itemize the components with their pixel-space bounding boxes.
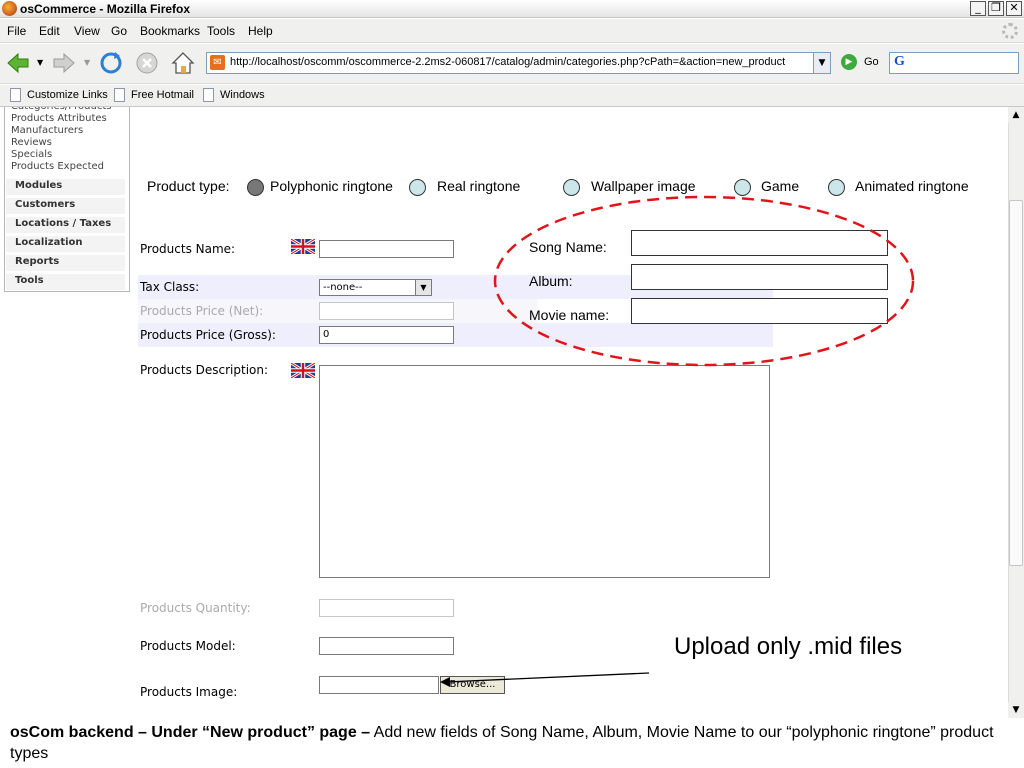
uk-flag-icon <box>291 363 315 378</box>
go-icon[interactable]: ▶ <box>841 54 857 70</box>
url-history-dropdown-icon[interactable]: ▼ <box>813 53 830 73</box>
restore-button[interactable]: ❐ <box>988 1 1004 16</box>
menu-file[interactable]: File <box>7 24 26 38</box>
firefox-logo-icon <box>2 1 17 16</box>
throbber-icon <box>1002 23 1018 39</box>
bookmark-customize-links[interactable]: Customize Links <box>27 89 108 101</box>
bookmark-page-icon <box>203 88 214 102</box>
scroll-up-arrow-icon[interactable]: ▲ <box>1008 107 1024 123</box>
menu-help[interactable]: Help <box>248 24 273 38</box>
price-gross-label: Products Price (Gross): <box>140 328 276 342</box>
menu-tools[interactable]: Tools <box>207 24 235 38</box>
radio-polyphonic-ringtone[interactable] <box>247 179 264 196</box>
products-model-label: Products Model: <box>140 639 236 653</box>
close-button[interactable]: ✕ <box>1006 1 1022 16</box>
product-type-label: Product type: <box>147 178 230 194</box>
menu-view[interactable]: View <box>74 24 100 38</box>
back-history-dropdown-icon[interactable]: ▼ <box>37 58 43 67</box>
home-icon[interactable] <box>170 50 196 76</box>
products-quantity-input[interactable] <box>319 599 454 617</box>
bookmark-page-icon <box>114 88 125 102</box>
annotation-arrow-icon <box>440 672 650 687</box>
scroll-down-arrow-icon[interactable]: ▼ <box>1008 702 1024 718</box>
slide-caption: osCom backend – Under “New product” page… <box>10 722 1015 764</box>
nav-section-label: Modules <box>15 180 63 191</box>
menu-edit[interactable]: Edit <box>39 24 60 38</box>
search-engine-icon[interactable]: G <box>894 54 905 70</box>
tax-class-label: Tax Class: <box>140 280 200 294</box>
nav-section-label: Tools <box>15 275 44 286</box>
nav-link-reviews[interactable]: Reviews <box>11 137 52 149</box>
radio-real-ringtone[interactable] <box>409 179 426 196</box>
price-net-label: Products Price (Net): <box>140 304 264 318</box>
bookmark-free-hotmail[interactable]: Free Hotmail <box>131 89 194 101</box>
nav-link-products-expected[interactable]: Products Expected <box>11 161 104 173</box>
nav-link-products-attributes[interactable]: Products Attributes <box>11 113 107 125</box>
products-model-input[interactable] <box>319 637 454 655</box>
caption-bold: osCom backend – Under “New product” page… <box>10 724 371 741</box>
reload-icon[interactable] <box>98 50 124 76</box>
nav-section-label: Reports <box>15 256 60 267</box>
nav-section-label: Localization <box>15 237 83 248</box>
url-text: http://localhost/oscomm/oscommerce-2.2ms… <box>230 56 786 68</box>
annotation-dashed-ellipse <box>493 195 915 367</box>
window-title: osCommerce - Mozilla Firefox <box>20 2 191 16</box>
site-favicon-icon: ✉ <box>210 55 225 70</box>
products-quantity-label: Products Quantity: <box>140 601 251 615</box>
products-description-textarea[interactable] <box>319 365 770 578</box>
menu-bookmarks[interactable]: Bookmarks <box>140 24 200 38</box>
products-image-label: Products Image: <box>140 685 238 699</box>
menu-go[interactable]: Go <box>111 24 127 38</box>
products-name-label: Products Name: <box>140 242 236 256</box>
stop-icon[interactable] <box>134 50 160 76</box>
search-input[interactable] <box>889 52 1019 74</box>
forward-icon[interactable] <box>51 50 77 76</box>
bookmark-page-icon <box>10 88 21 102</box>
nav-section-label: Customers <box>15 199 76 210</box>
upload-note: Upload only .mid files <box>674 633 903 660</box>
bookmark-windows[interactable]: Windows <box>220 89 265 101</box>
uk-flag-icon <box>291 239 315 254</box>
back-icon[interactable] <box>5 50 31 76</box>
select-dropdown-arrow-icon[interactable]: ▼ <box>415 280 431 295</box>
minimize-button[interactable]: _ <box>970 1 986 16</box>
go-button[interactable]: Go <box>864 56 879 68</box>
nav-link-manufacturers[interactable]: Manufacturers <box>11 125 83 137</box>
price-gross-input[interactable]: 0 <box>319 326 454 344</box>
products-name-input[interactable] <box>319 240 454 258</box>
products-image-file-input[interactable] <box>319 676 439 694</box>
price-net-input[interactable] <box>319 302 454 320</box>
products-description-label: Products Description: <box>140 363 269 377</box>
forward-history-dropdown-icon[interactable]: ▼ <box>84 58 90 67</box>
nav-link-specials[interactable]: Specials <box>11 149 52 161</box>
nav-section-label: Locations / Taxes <box>15 218 112 229</box>
option-polyphonic-ringtone: Polyphonic ringtone <box>270 178 393 194</box>
scroll-thumb[interactable] <box>1009 200 1023 566</box>
